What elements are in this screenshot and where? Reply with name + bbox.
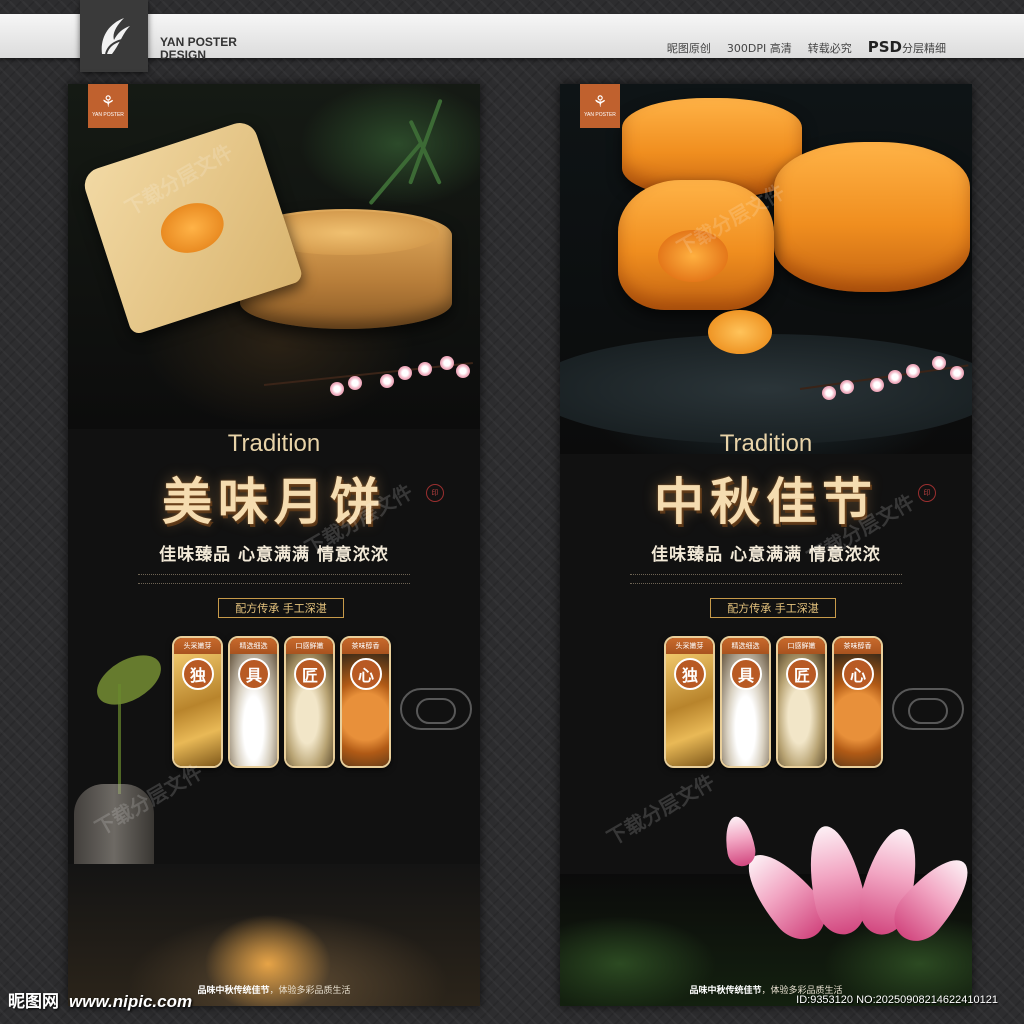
cloud-pattern-icon (400, 688, 472, 730)
plate (560, 334, 972, 444)
tradition-label: Tradition (227, 430, 321, 457)
recipe-tag: 配方传承 手工深湛 (218, 598, 344, 618)
poster-subtitle: 佳味臻品 心意满满 情意浓浓 (651, 545, 881, 565)
plant-stem (118, 684, 121, 794)
source-site[interactable]: 昵图网 www.nipic.com (8, 987, 192, 1012)
watermark: 下载分层文件 (602, 769, 719, 851)
blossom-icon (906, 364, 920, 378)
blossom-icon (870, 378, 884, 392)
top-banner: YAN POSTER DESIGN 昵图原创 300DPI 高清 转载必究 PS… (0, 14, 1024, 62)
link-hd[interactable]: 300DPI 高清 (727, 40, 792, 56)
feature-card[interactable]: 精选细选 具 (720, 636, 771, 768)
link-original[interactable]: 昵图原创 (667, 40, 711, 56)
feature-card[interactable]: 头采嫩芽 独 (664, 636, 715, 768)
feature-card[interactable]: 茶味醇香 心 (340, 636, 391, 768)
seal-stamp: 印 (918, 484, 936, 502)
feature-card[interactable]: 口感鲜嫩 匠 (776, 636, 827, 768)
site-url: www.nipic.com (69, 992, 193, 1011)
poster-logo-tag: ⚘ YAN POSTER (580, 84, 620, 128)
blossom-icon (822, 386, 836, 400)
blossom-icon (840, 380, 854, 394)
poster-subtitle: 佳味臻品 心意满满 情意浓浓 (159, 545, 389, 565)
feature-cards: 头采嫩芽 独 精选细选 具 口感鲜嫩 匠 茶味醇香 心 (664, 636, 883, 768)
blossom-icon (348, 376, 362, 390)
brand-name: YAN POSTER DESIGN (160, 35, 237, 62)
feature-card[interactable]: 精选细选 具 (228, 636, 279, 768)
small-copy (138, 570, 410, 584)
seal-stamp: 印 (426, 484, 444, 502)
blossom-icon (950, 366, 964, 380)
poster-mid-autumn[interactable]: ⚘ YAN POSTER Tradition 中秋佳节 印 佳味臻品 心意满满 … (560, 84, 972, 1006)
image-id: ID:9353120 NO:20250908214622410121 (796, 994, 998, 1006)
feature-cards: 头采嫩芽 独 精选细选 具 口感鲜嫩 匠 茶味醇香 心 (172, 636, 391, 768)
wing-icon: ⚘ (592, 94, 608, 111)
poster-mooncake[interactable]: ⚘ YAN POSTER Tradition 美味月饼 印 佳味臻品 心意满满 … (68, 84, 480, 1006)
crumb (708, 310, 772, 354)
blossom-icon (330, 382, 344, 396)
yolk (154, 195, 231, 261)
wing-icon: ⚘ (100, 94, 116, 111)
top-links: 昵图原创 300DPI 高清 转载必究 PSD分层精细 (667, 38, 946, 56)
brand-logo[interactable] (80, 0, 148, 72)
feature-card[interactable]: 茶味醇香 心 (832, 636, 883, 768)
cloud-pattern-icon (892, 688, 964, 730)
lotus-bud (721, 814, 758, 869)
recipe-tag: 配方传承 手工深湛 (710, 598, 836, 618)
small-copy (630, 570, 902, 584)
poster-title: 美味月饼 (162, 472, 386, 531)
poster-logo-tag: ⚘ YAN POSTER (88, 84, 128, 128)
wing-logo-icon (101, 18, 130, 55)
blossom-icon (456, 364, 470, 378)
blossom-icon (398, 366, 412, 380)
link-copyright[interactable]: 转载必究 (808, 40, 852, 56)
lotus-leaf (88, 645, 170, 715)
feature-card[interactable]: 口感鲜嫩 匠 (284, 636, 335, 768)
blossom-icon (932, 356, 946, 370)
orange-mooncake (774, 142, 970, 292)
link-psd[interactable]: PSD分层精细 (868, 38, 946, 56)
tradition-label: Tradition (719, 430, 813, 457)
blossom-icon (440, 356, 454, 370)
blossom-icon (380, 374, 394, 388)
feature-card[interactable]: 头采嫩芽 独 (172, 636, 223, 768)
blossom-icon (418, 362, 432, 376)
blossom-icon (888, 370, 902, 384)
site-name: 昵图网 (8, 992, 59, 1012)
